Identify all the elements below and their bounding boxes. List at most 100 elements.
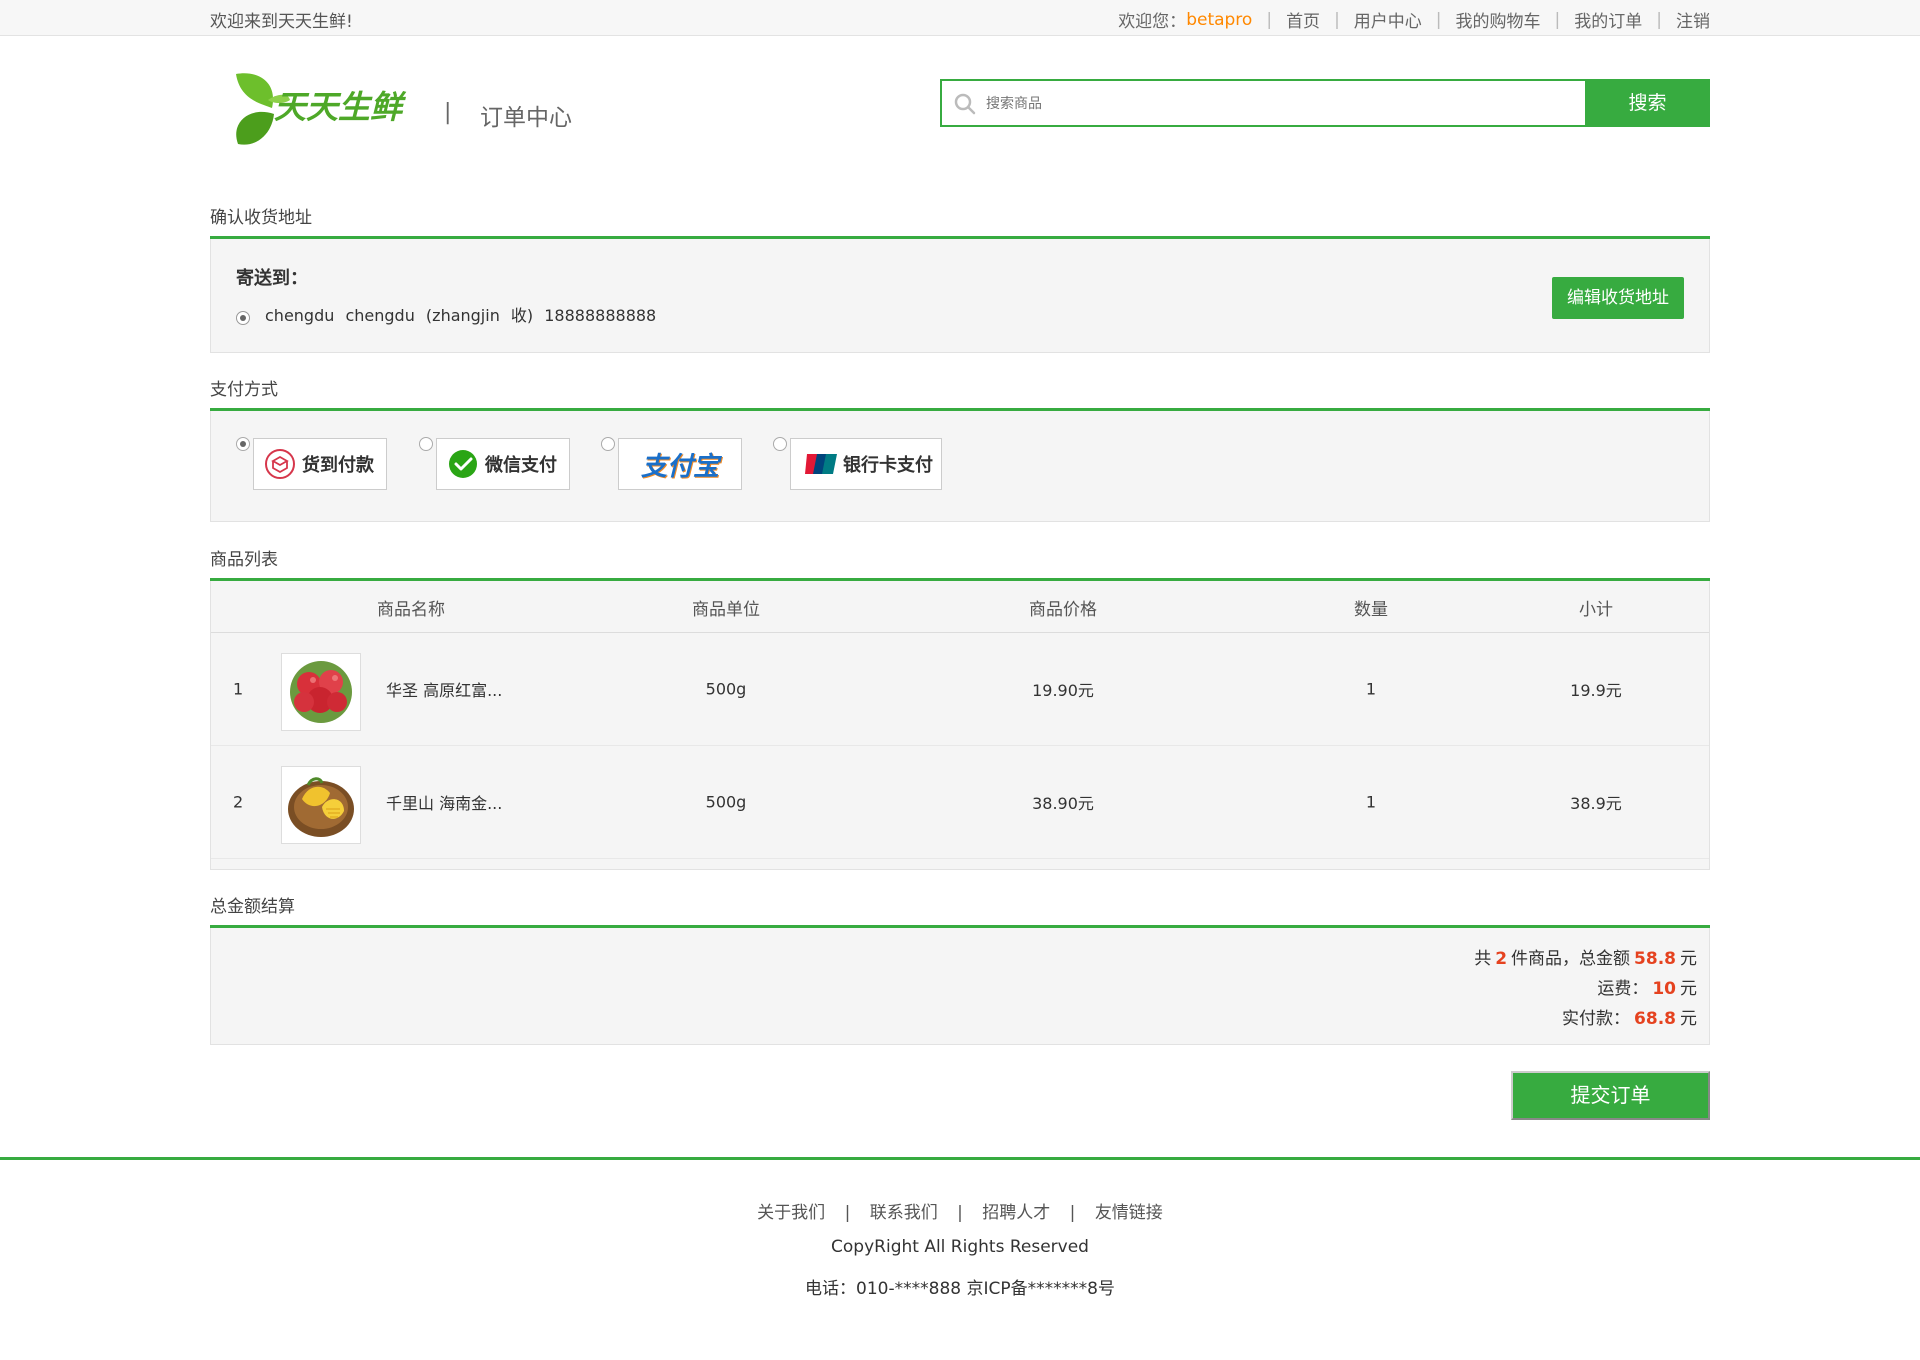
product-qty: 1 — [1365, 792, 1377, 812]
footer-divider — [0, 1157, 1920, 1160]
search-icon — [954, 93, 976, 115]
submit-order-button[interactable]: 提交订单 — [1511, 1071, 1710, 1120]
page-subtitle: 订单中心 — [480, 105, 572, 131]
col-header-qty: 数量 — [1354, 600, 1388, 620]
welcome-text: 欢迎来到天天生鲜! — [210, 12, 353, 32]
payment-section-title: 支付方式 — [210, 380, 278, 400]
nav-separator: | — [1554, 9, 1561, 30]
product-price: 38.90元 — [1032, 794, 1094, 813]
ship-to-label: 寄送到： — [236, 268, 308, 289]
product-price: 19.90元 — [1032, 681, 1094, 700]
payment-label: 银行卡支付 — [843, 455, 933, 476]
search-box — [940, 79, 1585, 127]
table-row: 1 华圣 高原红富... 500g 19.90元 1 19.9元 — [211, 633, 1709, 746]
payment-option-alipay[interactable]: 支付宝 — [618, 438, 742, 490]
nav-separator: | — [1266, 9, 1273, 30]
count-prefix: 共 — [1474, 949, 1492, 969]
paid-amount: 68.8 — [1634, 1009, 1676, 1029]
nav-logout-link[interactable]: 注销 — [1676, 7, 1710, 32]
search-input[interactable] — [986, 91, 1566, 117]
nav-cart-link[interactable]: 我的购物车 — [1456, 7, 1541, 32]
payment-radio-alipay[interactable] — [601, 437, 615, 451]
apple-image[interactable] — [281, 653, 361, 731]
yuan-label: 元 — [1680, 979, 1697, 999]
row-index: 1 — [233, 679, 244, 699]
leaf-logo-icon: 天天生鲜 — [236, 73, 407, 145]
row-index: 2 — [233, 792, 244, 812]
footer-separator: | — [957, 1203, 963, 1223]
footer-friends-link[interactable]: 友情链接 — [1095, 1203, 1163, 1223]
product-name[interactable]: 千里山 海南金... — [386, 790, 502, 814]
yuan-label: 元 — [1680, 1009, 1697, 1029]
nav-orders-link[interactable]: 我的订单 — [1574, 7, 1642, 32]
payment-option-cod[interactable]: 货到付款 — [253, 438, 387, 490]
table-row: 2 千里山 海南金... 500g 38.90元 1 38.9元 — [211, 746, 1709, 859]
actual-payment: 实付款： 68.8 元 — [1562, 1004, 1697, 1029]
svg-text:天天生鲜: 天天生鲜 — [274, 88, 407, 126]
payment-label: 货到付款 — [302, 455, 374, 476]
product-subtotal: 19.9元 — [1570, 681, 1622, 700]
footer-copyright: CopyRight All Rights Reserved — [831, 1237, 1089, 1257]
paid-label: 实付款： — [1562, 1009, 1631, 1029]
footer-jobs-link[interactable]: 招聘人才 — [982, 1203, 1050, 1223]
cod-icon — [265, 449, 295, 479]
unionpay-icon — [805, 454, 837, 474]
payment-radio-cod[interactable] — [236, 437, 250, 451]
shipping-label: 运费： — [1597, 979, 1649, 999]
mango-image[interactable] — [281, 766, 361, 844]
nav-separator: | — [1656, 9, 1662, 30]
top-nav: 欢迎您： betapro | 首页 | 用户中心 | 我的购物车 | 我的订单 … — [1118, 7, 1710, 33]
shipping-amount: 10 — [1652, 979, 1676, 999]
total-amount: 58.8 — [1634, 949, 1676, 969]
goods-table: 商品名称 商品单位 商品价格 数量 小计 1 华圣 高原红富... 500g 1… — [210, 581, 1710, 870]
address-entry: chengdu chengdu (zhangjin 收) 18888888888 — [265, 306, 657, 325]
address-panel: 寄送到： chengdu chengdu (zhangjin 收) 188888… — [210, 239, 1710, 353]
col-header-price: 商品价格 — [1029, 600, 1097, 620]
mango-image-graphic — [288, 777, 354, 837]
goods-section-title: 商品列表 — [210, 550, 278, 570]
payment-panel: 货到付款 微信支付 支付宝 银行卡支付 — [210, 411, 1710, 522]
footer-separator: | — [1069, 1203, 1076, 1223]
nav-separator: | — [1334, 9, 1340, 30]
product-subtotal: 38.9元 — [1570, 794, 1622, 813]
greeting-label: 欢迎您： — [1118, 12, 1187, 32]
payment-radio-unionpay[interactable] — [773, 437, 787, 451]
nav-home-link[interactable]: 首页 — [1286, 7, 1320, 32]
col-header-subtotal: 小计 — [1579, 600, 1613, 620]
yuan-label: 元 — [1680, 949, 1697, 969]
top-bar: 欢迎来到天天生鲜! 欢迎您： betapro | 首页 | 用户中心 | 我的购… — [0, 0, 1920, 36]
address-section-title: 确认收货地址 — [210, 208, 312, 228]
shipping-fee: 运费： 10 元 — [1597, 974, 1697, 999]
col-header-name: 商品名称 — [377, 600, 445, 620]
alipay-logo: 支付宝 — [640, 451, 719, 482]
total-panel: 共 2 件商品，总金额 58.8 元 运费： 10 元 实付款： 68.8 元 — [210, 928, 1710, 1045]
payment-option-unionpay[interactable]: 银行卡支付 — [790, 438, 942, 490]
apple-image-graphic — [290, 661, 352, 723]
footer-contact-link[interactable]: 联系我们 — [870, 1203, 938, 1223]
item-count: 2 — [1495, 949, 1508, 969]
col-header-unit: 商品单位 — [692, 600, 760, 620]
product-unit: 500g — [705, 679, 747, 699]
payment-radio-wechat[interactable] — [419, 437, 433, 451]
total-summary: 共 2 件商品，总金额 58.8 元 — [1474, 944, 1697, 969]
payment-option-wechat[interactable]: 微信支付 — [436, 438, 570, 490]
header-divider: | — [444, 100, 452, 125]
payment-label: 微信支付 — [485, 455, 557, 476]
search-button[interactable]: 搜索 — [1585, 79, 1710, 127]
nav-user-center-link[interactable]: 用户中心 — [1354, 7, 1422, 32]
address-radio[interactable] — [236, 311, 250, 325]
product-name[interactable]: 华圣 高原红富... — [386, 677, 502, 701]
search-bar: 搜索 — [940, 79, 1710, 127]
nav-separator: | — [1435, 9, 1442, 30]
footer-about-link[interactable]: 关于我们 — [757, 1203, 825, 1223]
edit-address-button[interactable]: 编辑收货地址 — [1552, 277, 1684, 319]
footer-separator: | — [844, 1203, 851, 1223]
footer-links: 关于我们 | 联系我们 | 招聘人才 | 友情链接 — [0, 1198, 1920, 1223]
footer-contact-info: 电话：010-****888 京ICP备*******8号 — [805, 1279, 1115, 1299]
product-unit: 500g — [705, 792, 747, 812]
site-logo[interactable]: 天天生鲜 — [228, 70, 418, 150]
username-link[interactable]: betapro — [1186, 10, 1252, 30]
total-section-title: 总金额结算 — [210, 897, 295, 917]
product-qty: 1 — [1365, 679, 1377, 699]
count-suffix: 件商品，总金额 — [1511, 949, 1631, 969]
